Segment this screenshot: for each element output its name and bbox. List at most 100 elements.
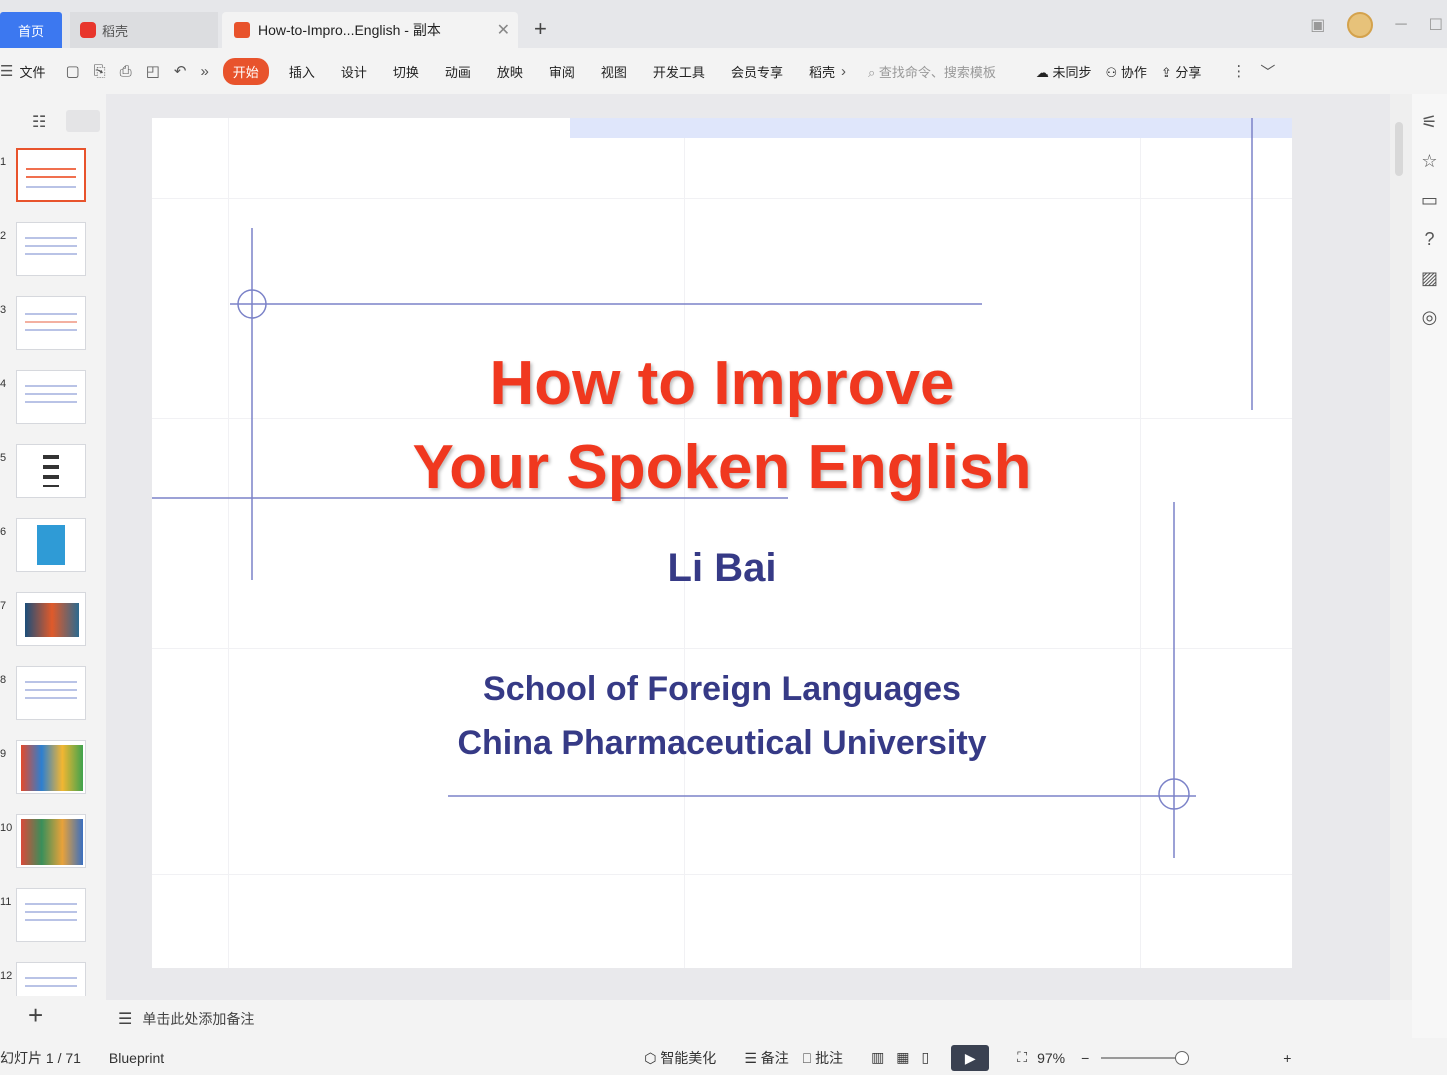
thumbnail-item[interactable]: 10 — [0, 814, 100, 870]
thumbnail-item[interactable]: 6 — [0, 518, 100, 574]
preview-icon[interactable]: ◰ — [146, 62, 160, 80]
slide-canvas: How to Improve Your Spoken English Li Ba… — [106, 94, 1390, 1000]
location-icon[interactable]: ◎ — [1412, 307, 1447, 328]
slide-thumbnail[interactable] — [16, 444, 86, 498]
tab-home[interactable]: 首页 — [0, 12, 62, 48]
cloud-icon: ☁ — [1035, 64, 1049, 80]
vertical-scrollbar[interactable] — [1390, 94, 1412, 1000]
more-chevron-icon[interactable]: » — [200, 63, 208, 80]
notes-button[interactable]: ☰ 备注 — [744, 1048, 788, 1068]
slide-author[interactable]: Li Bai — [152, 546, 1292, 591]
menu-icon[interactable]: ☰ — [0, 62, 13, 80]
zoom-slider[interactable] — [1101, 1050, 1190, 1065]
tab-daoke[interactable]: 稻壳 — [70, 12, 218, 48]
grid-view-icon[interactable]: ▦ — [896, 1049, 909, 1066]
collab-label: 协作 — [1120, 64, 1147, 80]
comment-icon[interactable]: ▭ — [1412, 190, 1447, 211]
zoom-in-icon[interactable]: + — [1283, 1050, 1291, 1066]
slide-thumbnail[interactable] — [16, 814, 86, 868]
slide[interactable]: How to Improve Your Spoken English Li Ba… — [152, 118, 1292, 968]
more-options-icon[interactable]: ⋮ — [1231, 62, 1246, 80]
share-button[interactable]: ⇪ 分享 — [1161, 62, 1202, 81]
scrollbar-thumb[interactable] — [1395, 122, 1403, 176]
thumbnail-item[interactable]: 9 — [0, 740, 100, 796]
zoom-out-icon[interactable]: − — [1081, 1050, 1089, 1066]
image-icon[interactable]: ▨ — [1412, 268, 1447, 289]
ribbon-tab-view[interactable]: 视图 — [601, 62, 627, 81]
add-slide-icon[interactable]: + — [28, 1000, 43, 1031]
fit-window-icon[interactable]: ⛶ — [1017, 1049, 1027, 1066]
slide-thumbnail[interactable] — [16, 148, 86, 202]
thumbnail-item[interactable]: 3 — [0, 296, 100, 352]
slide-title[interactable]: How to Improve Your Spoken English — [152, 342, 1292, 510]
thumbnail-item[interactable]: 5 — [0, 444, 100, 500]
ribbon-tab-slideshow[interactable]: 放映 — [497, 62, 523, 81]
ribbon-tab-animation[interactable]: 动画 — [445, 62, 471, 81]
thumbnail-item[interactable]: 12 — [0, 962, 100, 996]
close-icon[interactable]: ✕ — [497, 20, 510, 40]
tab-document[interactable]: How-to-Impro...English - 副本 ✕ — [222, 12, 518, 48]
slide-thumbnail[interactable] — [16, 370, 86, 424]
ribbon-tab-review[interactable]: 审阅 — [549, 62, 575, 81]
slide-thumbnail[interactable] — [16, 962, 86, 996]
beautify-icon: ⬡ — [644, 1049, 657, 1066]
slide-thumbnail[interactable] — [16, 518, 86, 572]
chevron-down-icon[interactable]: ﹀ — [1260, 61, 1275, 82]
collab-button[interactable]: ⚇ 协作 — [1106, 62, 1147, 81]
ribbon-tab-insert[interactable]: 插入 — [289, 62, 315, 81]
reading-view-icon[interactable]: ▯ — [922, 1049, 930, 1066]
notes-area[interactable]: ☰ 单击此处添加备注 — [106, 1000, 1412, 1038]
file-menu[interactable]: 文件 — [19, 62, 45, 81]
maximize-icon[interactable]: ☐ — [1429, 15, 1443, 35]
ribbon-tab-developer[interactable]: 开发工具 — [653, 62, 705, 81]
slide-thumbnail[interactable] — [16, 592, 86, 646]
minimize-icon[interactable]: ─ — [1395, 16, 1406, 34]
help-icon[interactable]: ? — [1412, 229, 1447, 250]
ribbon-tab-home[interactable]: 开始 — [222, 57, 269, 85]
thumbnail-item[interactable]: 1 — [0, 148, 100, 204]
theme-name[interactable]: Blueprint — [109, 1050, 164, 1066]
slide-thumbnail[interactable] — [16, 666, 86, 720]
zoom-level[interactable]: 97% — [1037, 1050, 1065, 1066]
zoom-slider-knob[interactable] — [1175, 1050, 1190, 1065]
outline-view-icon[interactable]: ☷ — [32, 112, 46, 132]
export-icon[interactable]: ⎘ — [94, 63, 106, 80]
ribbon-tab-member[interactable]: 会员专享 — [731, 62, 783, 81]
beautify-button[interactable]: ⬡ 智能美化 — [644, 1048, 716, 1068]
play-button[interactable]: ▶ — [951, 1044, 990, 1071]
search-input[interactable]: ⌕ 查找命令、搜索模板 — [868, 62, 996, 81]
slide-thumbnail[interactable] — [16, 888, 86, 942]
thumbnail-view-icon[interactable] — [66, 110, 100, 132]
layout-icon[interactable]: ▣ — [1310, 15, 1325, 35]
normal-view-icon[interactable]: ▥ — [871, 1049, 884, 1066]
slide-thumbnail[interactable] — [16, 740, 86, 794]
tab-document-label: How-to-Impro...English - 副本 — [258, 22, 441, 38]
notes-toggle-icon: ☰ — [744, 1049, 757, 1066]
thumbnail-item[interactable]: 11 — [0, 888, 100, 944]
undo-icon[interactable]: ↶ — [174, 62, 187, 80]
thumbnail-item[interactable]: 7 — [0, 592, 100, 648]
ribbon-tab-daoke[interactable]: 稻壳 — [809, 62, 835, 81]
comment-button[interactable]: ⎕ 批注 — [803, 1048, 843, 1068]
print-icon[interactable]: ⎙ — [120, 63, 132, 80]
thumbnail-item[interactable]: 2 — [0, 222, 100, 278]
thumbnail-item[interactable]: 8 — [0, 666, 100, 722]
save-icon[interactable]: ▢ — [65, 62, 79, 80]
comment-toggle-icon: ⎕ — [802, 1049, 812, 1066]
add-tab-icon[interactable]: + — [534, 16, 547, 42]
thumbnail-number: 7 — [0, 600, 7, 612]
ribbon-tab-design[interactable]: 设计 — [341, 62, 367, 81]
slide-affiliation[interactable]: School of Foreign Languages China Pharma… — [152, 662, 1292, 770]
ribbon-tab-transition[interactable]: 切换 — [393, 62, 419, 81]
sync-button[interactable]: ☁ 未同步 — [1036, 62, 1092, 81]
chevron-right-icon[interactable]: › — [841, 63, 846, 80]
slide-thumbnail[interactable] — [16, 222, 86, 276]
slide-thumbnail[interactable] — [16, 296, 86, 350]
search-placeholder: 查找命令、搜索模板 — [878, 64, 996, 80]
star-icon[interactable]: ☆ — [1412, 151, 1447, 172]
thumbnail-item[interactable]: 4 — [0, 370, 100, 426]
thumbnail-number: 9 — [0, 748, 7, 760]
properties-icon[interactable]: ⚟ — [1412, 112, 1447, 133]
avatar[interactable] — [1347, 12, 1374, 38]
thumbnail-number: 6 — [0, 526, 7, 538]
